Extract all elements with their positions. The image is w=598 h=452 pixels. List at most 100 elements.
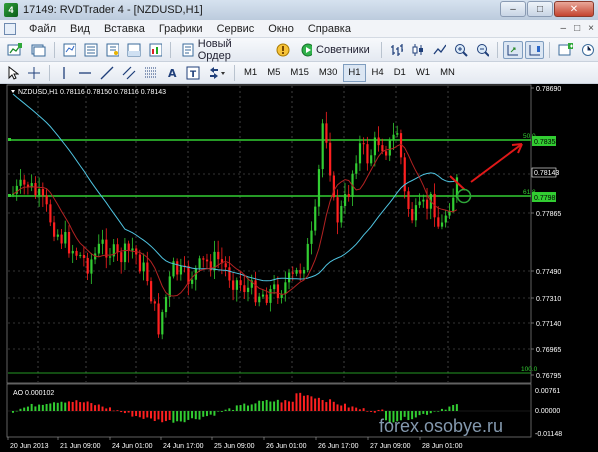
- candle-body: [403, 157, 406, 192]
- time-label: 26 Jun 17:00: [318, 443, 359, 450]
- timeframe-m5[interactable]: M5: [263, 64, 284, 82]
- profiles-icon[interactable]: [27, 41, 48, 59]
- ao-bar: [135, 411, 138, 417]
- text-tool-icon[interactable]: A: [163, 64, 181, 82]
- candle-body: [444, 215, 447, 223]
- ao-bar: [15, 410, 18, 412]
- price-label: 0.77490: [536, 269, 561, 276]
- arrows-dropdown-icon[interactable]: [205, 64, 229, 82]
- timeframe-m1[interactable]: M1: [240, 64, 261, 82]
- text-label-icon[interactable]: T: [183, 64, 203, 82]
- ao-bar: [56, 402, 59, 411]
- periods-icon[interactable]: [578, 41, 597, 59]
- ao-bar: [79, 402, 82, 411]
- auto-scroll-icon[interactable]: [503, 40, 523, 59]
- ao-bar: [239, 405, 242, 411]
- symbol-dropdown-icon[interactable]: [11, 90, 15, 93]
- candle-body: [437, 217, 440, 227]
- menu-view[interactable]: Вид: [63, 23, 97, 35]
- ao-bar: [437, 411, 440, 412]
- strategy-tester-icon[interactable]: [146, 41, 165, 59]
- candle-body: [377, 137, 380, 146]
- candle-body: [120, 252, 123, 263]
- price-chart[interactable]: 50.061.8100.0 NZDUSD,H1 0.78116 0.78150 …: [0, 84, 598, 452]
- mdi-minimize-button[interactable]: –: [561, 23, 567, 34]
- candle-body: [45, 195, 48, 205]
- ao-bar: [138, 411, 141, 418]
- menu-tools[interactable]: Сервис: [210, 23, 262, 35]
- chart-window-icon[interactable]: [4, 22, 16, 35]
- candle-body: [385, 151, 388, 156]
- ao-bar: [127, 411, 130, 413]
- bar-chart-icon[interactable]: [387, 41, 406, 59]
- menu-window[interactable]: Окно: [261, 23, 301, 35]
- navigator-icon[interactable]: [103, 41, 122, 59]
- candle-body: [202, 258, 205, 260]
- ao-bar: [19, 408, 22, 411]
- menu-file[interactable]: Файл: [22, 23, 63, 35]
- fibonacci-icon[interactable]: [141, 64, 161, 82]
- menu-insert[interactable]: Вставка: [97, 23, 152, 35]
- candle-body: [440, 222, 444, 227]
- menu-charts[interactable]: Графики: [152, 23, 210, 35]
- mdi-restore-button[interactable]: □: [574, 23, 580, 34]
- timeframe-d1[interactable]: D1: [390, 64, 410, 82]
- ao-bar: [168, 411, 171, 420]
- ao-bar: [228, 408, 231, 411]
- candle-body: [343, 194, 347, 206]
- candle-body: [295, 270, 298, 274]
- zoom-out-icon[interactable]: [473, 41, 492, 59]
- data-window-icon[interactable]: [81, 41, 100, 59]
- market-watch-icon[interactable]: [60, 41, 79, 59]
- vertical-line-icon[interactable]: [55, 64, 73, 82]
- timeframe-w1[interactable]: W1: [412, 64, 434, 82]
- ao-bar: [273, 401, 276, 411]
- candle-body: [205, 259, 209, 262]
- chart-window[interactable]: 50.0 61.8 100.0 NZDUSD,H1 0.78116 0.78150 …: [0, 84, 598, 452]
- metaeditor-icon[interactable]: [273, 41, 292, 59]
- timeframe-h4[interactable]: H4: [368, 64, 388, 82]
- ao-bar: [101, 406, 104, 411]
- ao-bar: [164, 411, 167, 422]
- ao-bar: [157, 411, 160, 420]
- timeframe-h1[interactable]: H1: [343, 63, 366, 82]
- zoom-in-icon[interactable]: [451, 41, 470, 59]
- new-chart-icon[interactable]: [4, 41, 25, 59]
- indicators-icon[interactable]: [555, 41, 576, 59]
- new-order-button[interactable]: Новый Ордер: [176, 38, 271, 62]
- candle-body: [340, 205, 343, 223]
- candlestick-icon[interactable]: [408, 41, 427, 59]
- cursor-icon[interactable]: [4, 64, 22, 82]
- expert-advisors-button[interactable]: Советники: [295, 41, 376, 59]
- close-button[interactable]: ✕: [554, 1, 594, 17]
- expert-advisors-label: Советники: [316, 43, 370, 56]
- horizontal-line-icon[interactable]: [75, 64, 95, 82]
- minimize-button[interactable]: –: [500, 1, 526, 17]
- channel-icon[interactable]: [119, 64, 139, 82]
- timeframe-m30[interactable]: M30: [315, 64, 341, 82]
- ao-bar: [120, 411, 123, 413]
- candle-body: [314, 206, 317, 231]
- mdi-close-button[interactable]: ×: [588, 23, 594, 34]
- chart-shift-icon[interactable]: [524, 40, 545, 59]
- candle-body: [127, 243, 130, 251]
- menu-help[interactable]: Справка: [301, 23, 358, 35]
- trendline-icon[interactable]: [97, 64, 117, 82]
- ao-bar: [351, 406, 354, 411]
- candle-body: [34, 183, 37, 196]
- candle-body: [426, 199, 429, 209]
- ao-bar: [452, 404, 455, 411]
- toolbar-separator: [380, 41, 382, 58]
- candle-body: [321, 123, 324, 170]
- ao-bar: [246, 405, 249, 411]
- terminal-icon[interactable]: [124, 41, 143, 59]
- timeframe-m15[interactable]: M15: [286, 64, 312, 82]
- candle-body: [265, 294, 268, 303]
- candle-body: [407, 191, 410, 209]
- maximize-button[interactable]: □: [527, 1, 553, 17]
- crosshair-icon[interactable]: [24, 64, 44, 82]
- line-chart-icon[interactable]: [430, 41, 449, 59]
- ao-bar: [426, 411, 429, 415]
- candle-body: [422, 199, 425, 202]
- timeframe-mn[interactable]: MN: [436, 64, 459, 82]
